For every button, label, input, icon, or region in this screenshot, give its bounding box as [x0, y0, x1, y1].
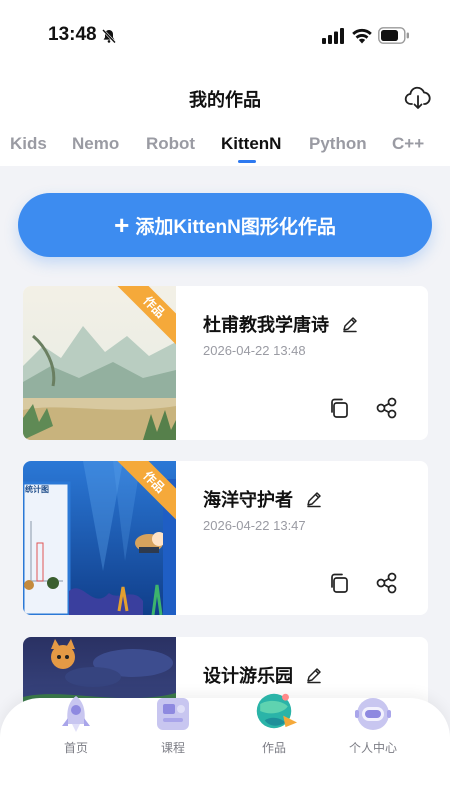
plus-icon: +: [114, 210, 130, 240]
cloud-download-icon[interactable]: [404, 84, 432, 112]
edit-pencil-icon[interactable]: [341, 315, 359, 333]
copy-icon[interactable]: [328, 397, 350, 419]
bottom-navigation: 首页 课程 作品 个人中心: [0, 693, 450, 800]
share-icon[interactable]: [375, 571, 399, 595]
nav-courses[interactable]: 课程: [133, 698, 213, 768]
nav-courses-label: 课程: [160, 741, 185, 755]
nav-home-label: 首页: [63, 741, 88, 755]
work-thumbnail[interactable]: 作品: [23, 286, 176, 440]
status-bar: 13:48: [0, 0, 450, 70]
tab-nemo[interactable]: Nemo: [72, 134, 119, 154]
signal-icon: [322, 28, 344, 44]
nav-profile[interactable]: 个人中心: [333, 698, 413, 768]
work-title-text: 海洋守护者: [203, 490, 293, 510]
page-title: 我的作品: [189, 90, 261, 110]
edit-pencil-icon[interactable]: [305, 490, 323, 508]
add-work-label: 添加KittenN图形化作品: [135, 216, 336, 238]
course-book-icon: [157, 698, 189, 730]
bell-muted-icon: [102, 29, 116, 44]
work-card[interactable]: 作品 杜甫教我学唐诗 2026-04-22 13:48: [23, 286, 428, 440]
work-date: 2026-04-22 13:47: [203, 518, 306, 533]
battery-icon: [378, 27, 409, 44]
work-title-text: 设计游乐园: [203, 666, 293, 686]
work-title-text: 杜甫教我学唐诗: [203, 315, 329, 335]
tab-cpp[interactable]: C++: [392, 134, 424, 154]
category-tabs: Kids Nemo Robot KittenN Python C++: [0, 126, 450, 166]
tab-python[interactable]: Python: [309, 134, 367, 154]
nav-works-label: 作品: [261, 741, 286, 755]
active-tab-indicator: [238, 160, 256, 163]
planet-icon: [256, 693, 297, 729]
nav-profile-label: 个人中心: [348, 741, 397, 755]
edit-pencil-icon[interactable]: [305, 666, 323, 684]
tab-robot[interactable]: Robot: [146, 134, 195, 154]
copy-icon[interactable]: [328, 572, 350, 594]
header: 我的作品: [0, 70, 450, 126]
work-title: 海洋守护者: [203, 486, 323, 512]
chart-panel-label: 统计图: [25, 485, 49, 494]
work-thumbnail[interactable]: 统计图 作品: [23, 461, 176, 615]
nav-home[interactable]: 首页: [36, 696, 116, 768]
work-card[interactable]: 统计图 作品 海洋守护者 2026-04-22 13:47: [23, 461, 428, 615]
tab-kittenn[interactable]: KittenN: [221, 134, 281, 154]
work-title: 设计游乐园: [203, 662, 323, 688]
nav-works[interactable]: 作品: [234, 693, 314, 768]
status-time: 13:48: [48, 24, 97, 45]
work-date: 2026-04-22 13:48: [203, 343, 306, 358]
wifi-icon: [352, 28, 372, 44]
work-title: 杜甫教我学唐诗: [203, 311, 359, 337]
astronaut-icon: [355, 698, 391, 730]
share-icon[interactable]: [375, 396, 399, 420]
add-work-button[interactable]: + 添加KittenN图形化作品: [18, 193, 432, 257]
rocket-icon: [62, 696, 90, 732]
tab-kids[interactable]: Kids: [10, 134, 47, 154]
